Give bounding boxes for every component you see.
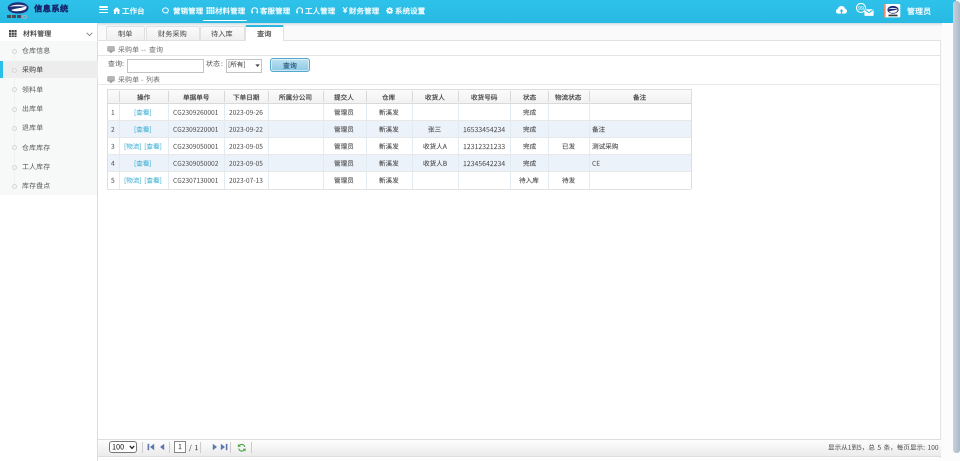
- svg-text:99: 99: [858, 6, 864, 12]
